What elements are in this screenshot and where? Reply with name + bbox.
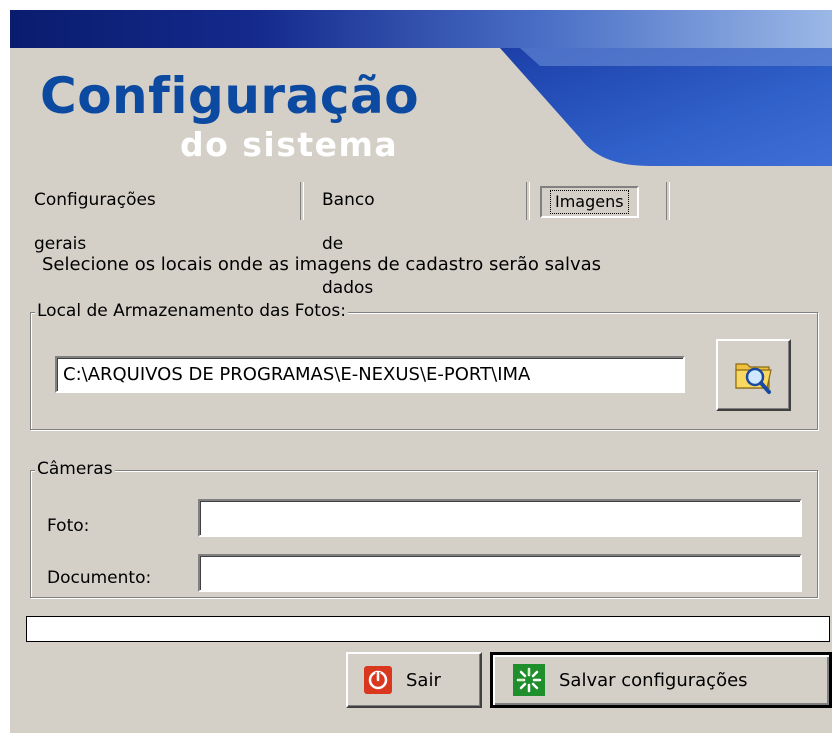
config-window: Configuração do sistema Configurações ge…	[10, 10, 832, 733]
power-icon	[364, 666, 392, 694]
tab-database-label: Banco de dados	[322, 190, 375, 298]
folder-search-icon	[734, 363, 772, 394]
storage-legend: Local de Armazenamento das Fotos:	[35, 301, 348, 321]
tab-images-label: Imagens	[550, 190, 629, 214]
tab-general-settings-label: Configurações gerais	[34, 190, 156, 254]
save-settings-label: Salvar configurações	[559, 669, 748, 691]
cameras-legend: Câmeras	[35, 459, 115, 479]
app-subtitle: do sistema	[180, 125, 399, 164]
tab-separator	[526, 182, 530, 220]
storage-groupbox: Local de Armazenamento das Fotos: C:\ARQ…	[30, 301, 818, 430]
exit-button-label: Sair	[406, 669, 441, 691]
document-camera-label: Documento:	[47, 568, 152, 588]
storage-path-field[interactable]: C:\ARQUIVOS DE PROGRAMAS\E-NEXUS\E-PORT\…	[55, 356, 685, 393]
instruction-text: Selecione os locais onde as imagens de c…	[42, 254, 602, 275]
tab-separator	[300, 182, 304, 220]
photo-camera-field[interactable]	[198, 499, 802, 537]
progress-bar	[26, 616, 830, 642]
app-title: Configuração	[40, 67, 420, 125]
exit-button[interactable]: Sair	[346, 652, 482, 708]
tab-general-settings[interactable]: Configurações gerais	[34, 178, 156, 254]
cameras-groupbox: Câmeras Foto: Documento:	[30, 459, 818, 598]
tab-database[interactable]: Banco de dados	[322, 178, 375, 298]
save-settings-button[interactable]: Salvar configurações	[490, 652, 832, 708]
tab-images[interactable]: Imagens	[540, 186, 639, 218]
browse-folder-button[interactable]	[716, 339, 791, 411]
title-bar[interactable]	[10, 10, 832, 48]
document-camera-field[interactable]	[198, 554, 802, 592]
photo-camera-label: Foto:	[47, 516, 90, 536]
tab-separator	[666, 182, 670, 220]
sparkle-icon	[513, 664, 545, 696]
